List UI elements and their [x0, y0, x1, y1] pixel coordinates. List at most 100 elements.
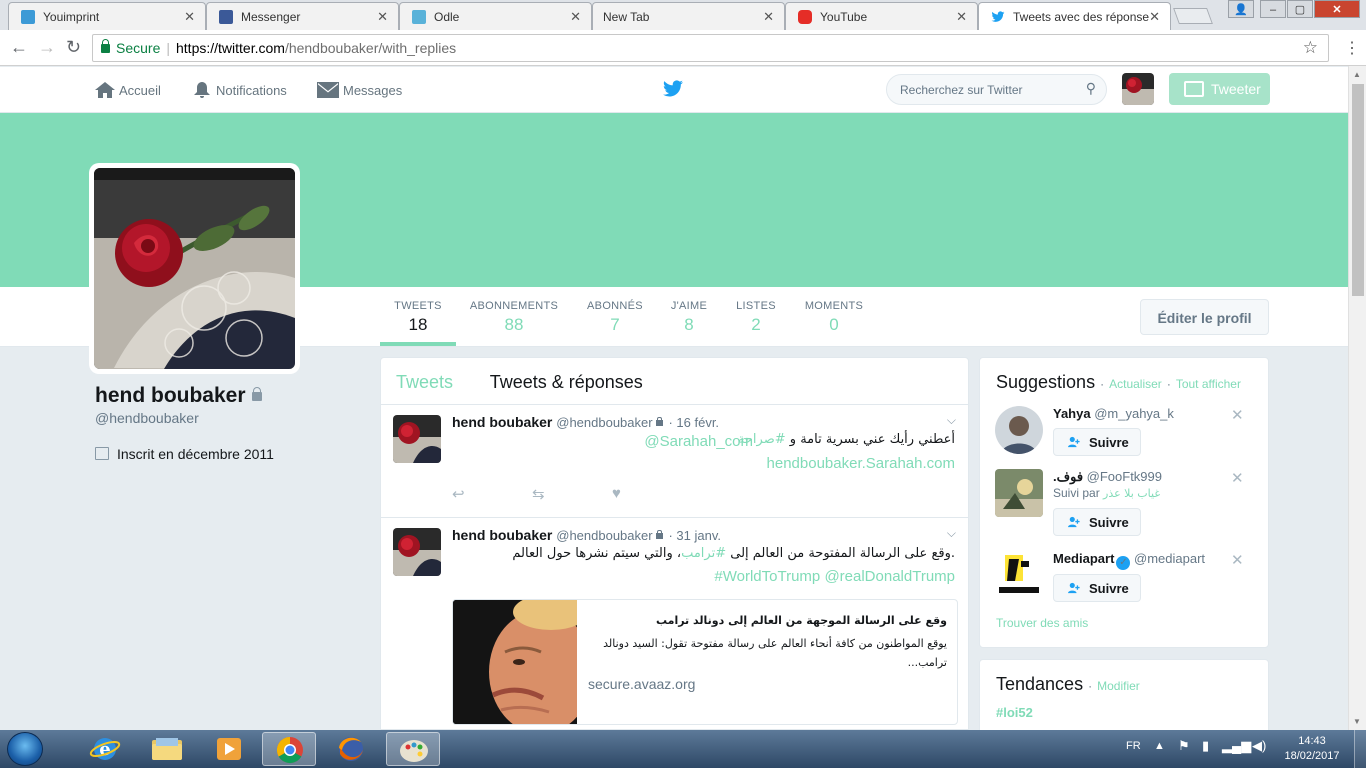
- change-trends-link[interactable]: Modifier: [1097, 679, 1140, 693]
- minimize-button[interactable]: –: [1260, 0, 1286, 18]
- chevron-down-icon[interactable]: ⌵: [947, 526, 956, 541]
- url-link[interactable]: hendboubaker.Sarahah.com: [767, 455, 955, 472]
- internet-explorer-icon[interactable]: e: [78, 732, 132, 766]
- back-arrow-icon[interactable]: ←: [10, 37, 28, 58]
- search-icon[interactable]: ⚲: [1086, 80, 1096, 97]
- twitter-bird-icon[interactable]: [662, 80, 684, 98]
- search-input[interactable]: Recherchez sur Twitter ⚲: [886, 74, 1107, 105]
- new-tab-button[interactable]: [1173, 8, 1213, 24]
- stat-likes[interactable]: J'AIME 8: [666, 300, 712, 335]
- close-tab-icon[interactable]: ✕: [1149, 9, 1160, 25]
- tweet-avatar[interactable]: [393, 528, 441, 576]
- mutual-follower-link[interactable]: غياب بلا عذر: [1103, 487, 1160, 500]
- browser-tab-active[interactable]: Tweets avec des réponse ✕: [978, 2, 1171, 30]
- mediapart-logo[interactable]: [995, 551, 1043, 599]
- find-friends-link[interactable]: Trouver des amis: [996, 616, 1088, 630]
- tweet-date[interactable]: · 31 janv.: [668, 528, 721, 543]
- close-tab-icon[interactable]: ✕: [956, 9, 967, 25]
- browser-tab[interactable]: Messenger ✕: [206, 2, 399, 30]
- maximize-button[interactable]: ▢: [1287, 0, 1313, 18]
- link-card[interactable]: وقع على الرسالة الموجهة من العالم إلى دو…: [452, 599, 958, 725]
- tweet[interactable]: hend boubaker @hendboubaker · 31 janv. ⌵…: [381, 518, 968, 729]
- file-explorer-icon[interactable]: [140, 732, 194, 766]
- stat-moments[interactable]: MOMENTS 0: [800, 300, 868, 335]
- media-player-icon[interactable]: [202, 732, 256, 766]
- dismiss-icon[interactable]: ✕: [1231, 551, 1244, 569]
- volume-icon[interactable]: ◀): [1252, 738, 1266, 754]
- scrollbar-thumb[interactable]: [1352, 84, 1364, 296]
- window-close-button[interactable]: ✕: [1314, 0, 1360, 18]
- close-tab-icon[interactable]: ✕: [377, 9, 388, 25]
- trend-item[interactable]: #loi52: [996, 705, 1033, 720]
- view-all-link[interactable]: Tout afficher: [1176, 377, 1241, 391]
- address-bar[interactable]: Secure | https://twitter.com/hendboubaker/…: [92, 34, 1329, 62]
- follow-button[interactable]: Suivre: [1053, 508, 1141, 536]
- browser-tab[interactable]: YouTube ✕: [785, 2, 978, 30]
- tweet-author-handle[interactable]: @hendboubaker: [556, 415, 652, 430]
- dismiss-icon[interactable]: ✕: [1231, 469, 1244, 487]
- tweet-date[interactable]: · 16 févr.: [668, 415, 719, 430]
- firefox-icon[interactable]: [324, 732, 378, 766]
- suggestion-handle[interactable]: @FooFtk999: [1087, 469, 1162, 484]
- nav-notifications[interactable]: Notifications: [193, 82, 287, 98]
- browser-tab[interactable]: New Tab ✕: [592, 2, 785, 30]
- start-button[interactable]: [7, 732, 43, 766]
- scroll-down-arrow-icon[interactable]: ▼: [1353, 717, 1361, 726]
- profile-handle[interactable]: @hendboubaker: [95, 410, 199, 426]
- profile-button[interactable]: 👤: [1228, 0, 1254, 18]
- language-indicator[interactable]: FR: [1126, 740, 1141, 752]
- stat-tweets[interactable]: TWEETS 18: [380, 300, 456, 335]
- tweet-hashtag-mention[interactable]: #WorldToTrump @realDonaldTrump: [714, 568, 955, 585]
- hashtag-link[interactable]: #ترامب: [681, 546, 726, 561]
- like-heart-icon[interactable]: ♥: [612, 485, 621, 502]
- suggestion-name[interactable]: Yahya: [1053, 406, 1091, 421]
- follow-button[interactable]: Suivre: [1053, 428, 1141, 456]
- tweet-author-name[interactable]: hend boubaker: [452, 527, 552, 543]
- edit-profile-button[interactable]: Éditer le profil: [1140, 299, 1269, 335]
- avatar[interactable]: [1122, 73, 1154, 105]
- browser-tab[interactable]: Youimprint ✕: [8, 2, 206, 30]
- tab-tweets[interactable]: Tweets: [396, 372, 453, 392]
- forward-arrow-icon[interactable]: →: [38, 37, 56, 58]
- reply-icon[interactable]: ↩: [452, 485, 465, 503]
- mention-link[interactable]: @Sarahah_com: [644, 433, 753, 450]
- stat-lists[interactable]: LISTES 2: [730, 300, 782, 335]
- taskbar-clock[interactable]: 14:43 18/02/2017: [1278, 734, 1346, 764]
- tweet-button[interactable]: Tweeter: [1169, 73, 1270, 105]
- chrome-taskbar-icon[interactable]: [262, 732, 316, 766]
- bookmark-star-icon[interactable]: ☆: [1303, 38, 1318, 58]
- action-center-flag-icon[interactable]: ⚑: [1178, 738, 1190, 754]
- battery-icon[interactable]: ▮: [1202, 738, 1209, 754]
- close-tab-icon[interactable]: ✕: [184, 9, 195, 25]
- retweet-icon[interactable]: ⇆: [532, 485, 545, 503]
- browser-tab[interactable]: Odle ✕: [399, 2, 592, 30]
- stat-following[interactable]: ABONNEMENTS 88: [466, 300, 562, 335]
- dismiss-icon[interactable]: ✕: [1231, 406, 1244, 424]
- nav-home[interactable]: Accueil: [95, 82, 161, 98]
- avatar[interactable]: [995, 469, 1043, 517]
- chrome-menu-icon[interactable]: ⋮: [1344, 38, 1360, 58]
- refresh-link[interactable]: Actualiser: [1109, 377, 1162, 391]
- close-tab-icon[interactable]: ✕: [570, 9, 581, 25]
- stat-followers[interactable]: ABONNÉS 7: [580, 300, 650, 335]
- profile-avatar[interactable]: [89, 163, 300, 374]
- profile-name[interactable]: hend boubaker: [95, 384, 262, 408]
- network-signal-icon[interactable]: ▂▄▆: [1222, 738, 1251, 754]
- show-desktop-button[interactable]: [1354, 730, 1366, 768]
- nav-messages[interactable]: Messages: [317, 82, 402, 98]
- paint-icon[interactable]: [386, 732, 440, 766]
- avatar[interactable]: [995, 406, 1043, 454]
- follow-button[interactable]: Suivre: [1053, 574, 1141, 602]
- tab-tweets-replies[interactable]: Tweets & réponses: [490, 372, 643, 392]
- suggestion-name[interactable]: Mediapart: [1053, 551, 1114, 566]
- chevron-down-icon[interactable]: ⌵: [947, 413, 956, 428]
- tweet[interactable]: hend boubaker @hendboubaker · 16 févr. ⌵…: [381, 405, 968, 518]
- tweet-author-name[interactable]: hend boubaker: [452, 414, 552, 430]
- suggestion-handle[interactable]: @mediapart: [1134, 551, 1205, 566]
- tweet-avatar[interactable]: [393, 415, 441, 463]
- scroll-up-arrow-icon[interactable]: ▲: [1353, 70, 1361, 79]
- show-hidden-icons-icon[interactable]: ▲: [1154, 740, 1165, 752]
- close-tab-icon[interactable]: ✕: [763, 9, 774, 25]
- reload-icon[interactable]: ↻: [66, 37, 81, 58]
- tweet-author-handle[interactable]: @hendboubaker: [556, 528, 652, 543]
